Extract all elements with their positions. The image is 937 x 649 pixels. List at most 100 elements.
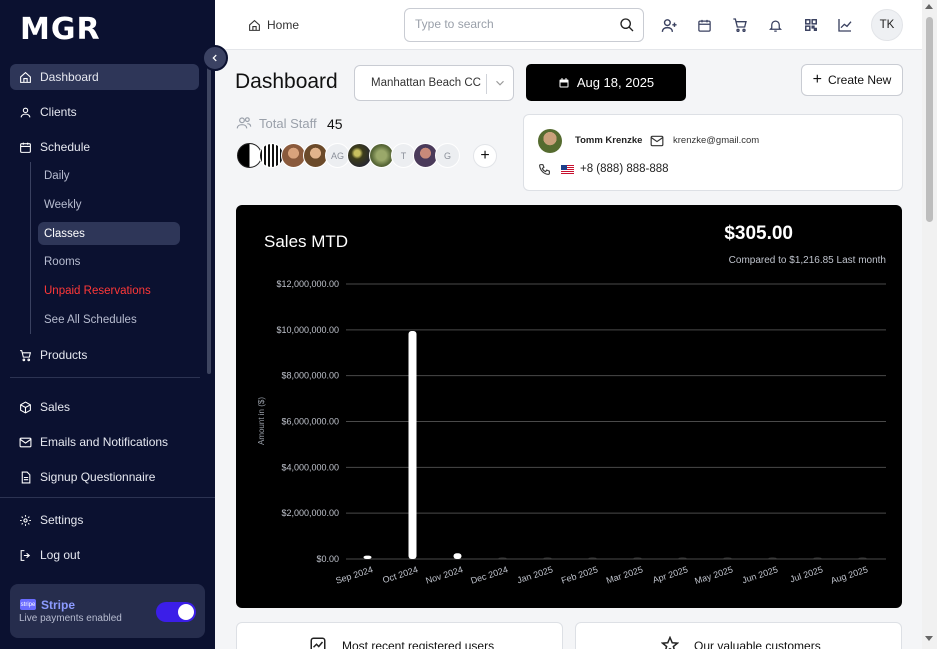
sidebar-subitem-classes[interactable]: Classes — [38, 222, 180, 245]
sidebar-collapse-button[interactable] — [202, 45, 228, 71]
search-icon[interactable] — [619, 17, 635, 38]
sidebar-item-schedule[interactable]: Schedule — [10, 134, 199, 160]
sidebar-subitem-see-all-schedules[interactable]: See All Schedules — [38, 308, 180, 331]
select-separator — [486, 74, 487, 94]
qr-code-icon[interactable] — [801, 15, 821, 35]
document-icon — [18, 470, 32, 484]
sidebar-divider — [0, 497, 215, 498]
scroll-up-arrow-icon[interactable] — [925, 4, 933, 9]
x-tick-label: Nov 2024 — [424, 564, 464, 585]
search-input[interactable] — [415, 17, 605, 31]
stripe-logo-icon: stripe — [20, 599, 36, 610]
sidebar-item-emails-notifications[interactable]: Emails and Notifications — [10, 429, 199, 455]
us-flag-icon — [561, 165, 574, 174]
sidebar-item-products[interactable]: Products — [10, 342, 199, 368]
stripe-status-text: Live payments enabled — [19, 613, 122, 624]
cart-icon — [18, 348, 32, 362]
valuable-customers-card[interactable]: Our valuable customers — [575, 622, 902, 649]
sidebar-subitem-unpaid-reservations[interactable]: Unpaid Reservations — [38, 279, 180, 302]
home-icon — [18, 70, 32, 84]
contact-card: Tomm Krenzke krenzke@gmail.com +8 (888) … — [523, 114, 903, 191]
x-tick-label: Mar 2025 — [605, 564, 644, 585]
sidebar-item-label: Settings — [40, 513, 84, 527]
chart-bar[interactable] — [858, 557, 867, 560]
add-user-icon[interactable] — [659, 15, 679, 35]
recent-users-card[interactable]: Most recent registered users — [236, 622, 563, 649]
create-new-label: Create New — [827, 73, 892, 87]
sidebar-item-label: Clients — [40, 105, 77, 119]
plus-icon: + — [812, 71, 822, 88]
calendar-icon[interactable] — [694, 15, 714, 35]
app-logo[interactable]: MGR — [20, 12, 101, 47]
contact-phone[interactable]: +8 (888) 888-888 — [580, 163, 669, 175]
chart-bar[interactable] — [453, 553, 462, 559]
stripe-status-card: stripe Stripe Live payments enabled — [10, 584, 205, 638]
sidebar-item-settings[interactable]: Settings — [10, 507, 199, 533]
sidebar-item-sales[interactable]: Sales — [10, 394, 199, 420]
total-staff-text: Total Staff — [259, 115, 317, 131]
sales-amount: $305.00 — [724, 223, 793, 244]
chart-bar[interactable] — [723, 557, 732, 560]
x-tick-label: May 2025 — [693, 564, 734, 586]
sales-mtd-card: Sales MTD $305.00 Compared to $1,216.85 … — [236, 205, 902, 608]
y-tick-label: $6,000,000.00 — [281, 417, 339, 427]
sidebar-item-label: Products — [40, 348, 88, 362]
breadcrumb-label: Home — [267, 18, 300, 32]
x-tick-label: Apr 2025 — [651, 564, 689, 585]
sidebar-subitem-rooms[interactable]: Rooms — [38, 250, 180, 273]
staff-avatar-initials[interactable]: G — [435, 143, 460, 168]
sidebar-scrollbar[interactable] — [207, 62, 211, 374]
user-icon — [18, 105, 32, 119]
chart-bar[interactable] — [498, 557, 507, 560]
chart-bar[interactable] — [543, 557, 552, 560]
plus-icon: + — [480, 147, 490, 164]
sidebar-item-logout[interactable]: Log out — [10, 542, 199, 568]
chart-bar[interactable] — [768, 557, 777, 560]
x-tick-label: Jun 2025 — [741, 564, 779, 585]
recent-users-title: Most recent registered users — [342, 639, 495, 649]
x-tick-label: Aug 2025 — [829, 564, 869, 585]
chart-icon[interactable] — [835, 15, 855, 35]
bell-icon[interactable] — [765, 15, 785, 35]
x-tick-label: Oct 2024 — [381, 564, 419, 585]
activity-icon — [309, 636, 327, 649]
sidebar-item-label: Log out — [40, 548, 81, 562]
date-value: Aug 18, 2025 — [576, 75, 655, 90]
sidebar-item-signup-questionnaire[interactable]: Signup Questionnaire — [10, 464, 199, 490]
sidebar-item-clients[interactable]: Clients — [10, 99, 199, 125]
stripe-name: Stripe — [41, 598, 76, 612]
date-picker-button[interactable]: Aug 18, 2025 — [526, 64, 686, 101]
sidebar-item-label: Signup Questionnaire — [40, 470, 156, 484]
sidebar-subitem-weekly[interactable]: Weekly — [38, 193, 180, 216]
valuable-customers-title: Our valuable customers — [694, 639, 821, 649]
user-avatar[interactable]: TK — [871, 9, 903, 41]
contact-email[interactable]: krenzke@gmail.com — [673, 135, 759, 146]
chevron-left-icon — [212, 54, 217, 62]
search-box[interactable] — [404, 8, 644, 42]
breadcrumb-home[interactable]: Home — [248, 18, 299, 32]
scroll-down-arrow-icon[interactable] — [925, 636, 933, 641]
submenu-line — [30, 162, 31, 334]
add-staff-button[interactable]: + — [473, 144, 497, 168]
chart-bar[interactable] — [408, 330, 417, 559]
sidebar-item-dashboard[interactable]: Dashboard — [10, 64, 199, 90]
logout-icon — [18, 548, 32, 562]
x-tick-label: Dec 2024 — [469, 564, 509, 585]
create-new-button[interactable]: + Create New — [801, 64, 903, 96]
page-scrollbar[interactable] — [922, 0, 937, 649]
stripe-live-toggle[interactable] — [156, 602, 196, 622]
contact-name: Tomm Krenzke — [575, 135, 643, 146]
y-tick-label: $2,000,000.00 — [281, 508, 339, 518]
sidebar-subitem-daily[interactable]: Daily — [38, 164, 180, 187]
chart-bar[interactable] — [813, 557, 822, 560]
cart-icon[interactable] — [730, 15, 750, 35]
chart-bar[interactable] — [363, 555, 372, 559]
chart-bar[interactable] — [633, 557, 642, 560]
chart-bar[interactable] — [678, 557, 687, 560]
location-select[interactable]: Manhattan Beach CC — [354, 65, 514, 101]
scroll-thumb[interactable] — [926, 17, 933, 222]
sales-chart: Sales MTD $305.00 Compared to $1,216.85 … — [257, 223, 886, 586]
box-icon — [18, 400, 32, 414]
gear-icon — [18, 513, 32, 527]
chart-bar[interactable] — [588, 557, 597, 560]
